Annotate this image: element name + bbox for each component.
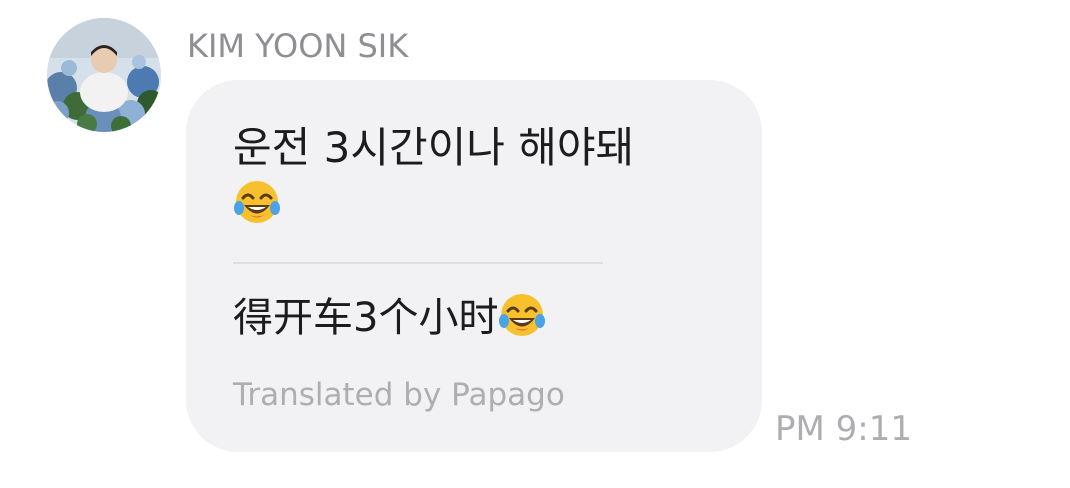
message-timestamp: PM 9:11 bbox=[775, 409, 912, 449]
translated-message-text: 得开车3个小时 bbox=[233, 295, 499, 341]
translation-divider bbox=[233, 262, 603, 264]
original-message-text: 운전 3시간이나 해야돼 bbox=[233, 123, 635, 172]
translation-credit: Translated by Papago bbox=[233, 377, 565, 413]
face-with-tears-of-joy-icon bbox=[498, 291, 546, 339]
sender-name: KIM YOON SIK bbox=[187, 27, 409, 65]
translated-message: 得开车3个小时 bbox=[233, 290, 546, 346]
original-message: 운전 3시간이나 해야돼 bbox=[233, 120, 703, 232]
sender-avatar[interactable] bbox=[47, 18, 161, 132]
face-with-tears-of-joy-icon bbox=[233, 178, 281, 226]
